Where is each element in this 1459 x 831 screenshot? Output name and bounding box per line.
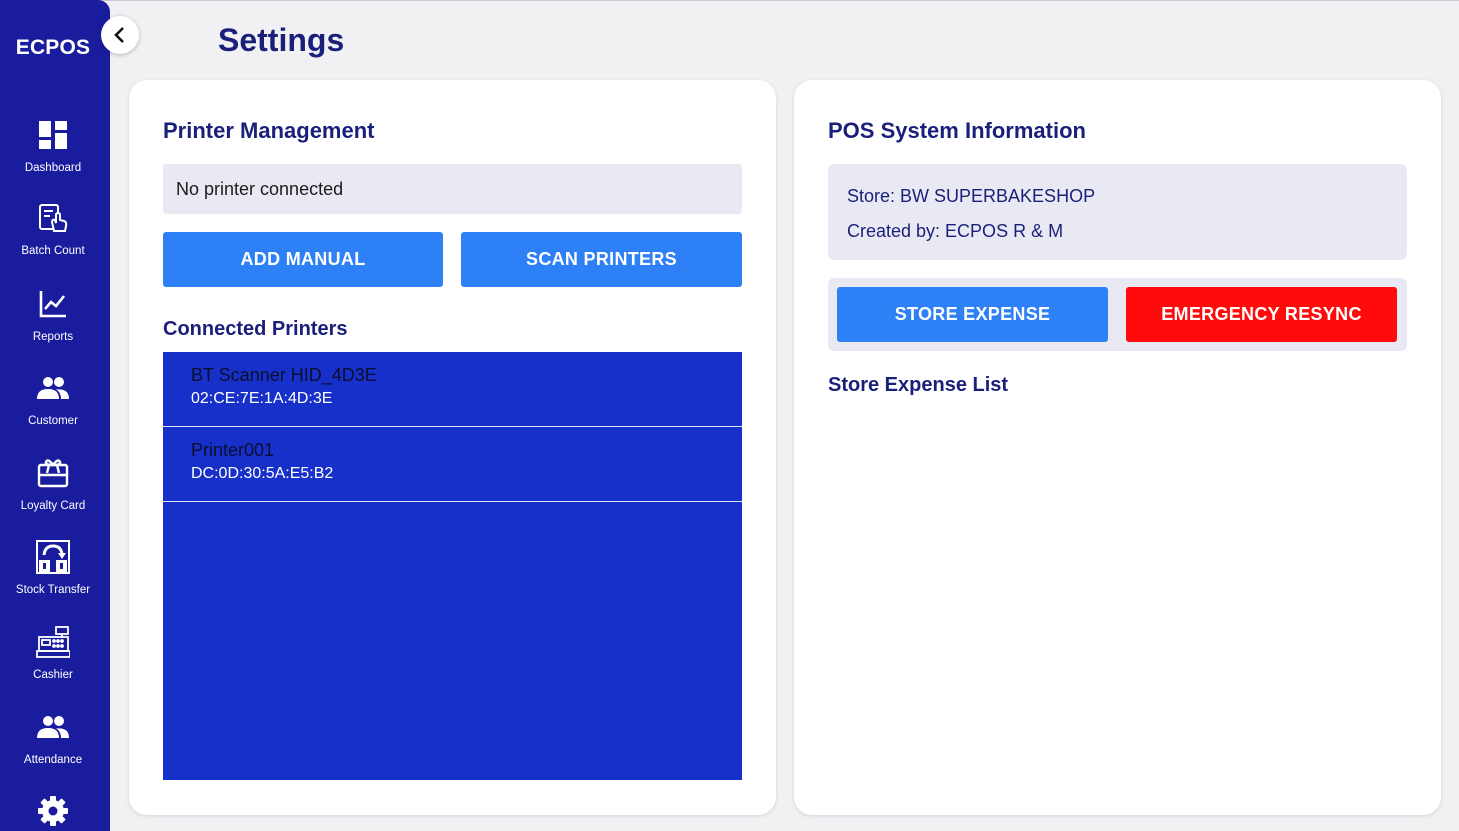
printer-management-card: Printer Management No printer connected … <box>129 80 776 815</box>
store-expense-list-title: Store Expense List <box>828 374 1009 396</box>
printer-name: Printer001 <box>191 440 275 460</box>
sidebar-item-dashboard[interactable]: Dashboard <box>0 118 106 194</box>
top-border <box>0 0 1459 1</box>
people-icon <box>37 716 69 738</box>
sidebar-item-label: Loyalty Card <box>20 500 86 512</box>
dashboard-icon <box>39 121 67 149</box>
store-expense-button[interactable]: STORE EXPENSE <box>837 287 1108 342</box>
connected-printers-title: Connected Printers <box>163 318 348 340</box>
printer-name: BT Scanner HID_4D3E <box>191 365 377 385</box>
printer-status: No printer connected <box>163 164 742 214</box>
brand-logo: ECPOS <box>15 36 91 59</box>
sidebar-item-label: Reports <box>32 331 74 343</box>
printer-management-title: Printer Management <box>163 118 375 143</box>
sidebar-item-attendance[interactable]: Attendance <box>0 710 106 786</box>
sidebar-item-label: Customer <box>28 415 78 427</box>
sidebar-item-customer[interactable]: Customer <box>0 371 106 447</box>
pos-info-card: POS System Information Store: BW SUPERBA… <box>794 80 1441 815</box>
gear-icon <box>38 796 68 826</box>
sidebar-item-label: Batch Count <box>21 245 85 257</box>
add-manual-button[interactable]: ADD MANUAL <box>163 232 443 287</box>
sidebar-item-cashier[interactable]: Cashier <box>0 625 106 701</box>
created-by: Created by: ECPOS R & M <box>847 221 1064 241</box>
page-title: Settings <box>218 22 345 58</box>
pos-info-title: POS System Information <box>828 118 1086 143</box>
batch-count-icon <box>39 204 68 232</box>
chart-line-icon <box>39 291 66 318</box>
transfer-icon <box>36 540 70 574</box>
printer-item[interactable]: Printer001 DC:0D:30:5A:E5:B2 <box>163 427 742 502</box>
sidebar-item-label: Dashboard <box>24 162 82 174</box>
chevron-left-icon <box>114 27 124 43</box>
printer-mac-address: DC:0D:30:5A:E5:B2 <box>191 465 334 482</box>
printer-list[interactable]: BT Scanner HID_4D3E 02:CE:7E:1A:4D:3E Pr… <box>163 352 742 780</box>
sidebar-item-stock-transfer[interactable]: Stock Transfer <box>0 540 106 616</box>
cash-register-icon <box>36 626 70 658</box>
printer-item[interactable]: BT Scanner HID_4D3E 02:CE:7E:1A:4D:3E <box>163 352 742 427</box>
sidebar-item-loyalty-card[interactable]: Loyalty Card <box>0 456 106 532</box>
sidebar-item-label: Stock Transfer <box>15 584 91 596</box>
people-icon <box>37 377 69 399</box>
sidebar-item-batch-count[interactable]: Batch Count <box>0 201 106 277</box>
sidebar-item-settings[interactable] <box>0 794 106 828</box>
emergency-resync-button[interactable]: EMERGENCY RESYNC <box>1126 287 1397 342</box>
sidebar-item-reports[interactable]: Reports <box>0 287 106 363</box>
sidebar-item-label: Cashier <box>33 669 73 681</box>
store-name: Store: BW SUPERBAKESHOP <box>847 186 1096 206</box>
store-info-box: Store: BW SUPERBAKESHOP Created by: ECPO… <box>828 164 1407 260</box>
scan-printers-button[interactable]: SCAN PRINTERS <box>461 232 742 287</box>
back-button[interactable] <box>101 16 139 54</box>
sidebar-item-label: Attendance <box>23 754 83 766</box>
gift-card-icon <box>37 459 69 488</box>
printer-mac-address: 02:CE:7E:1A:4D:3E <box>191 390 333 407</box>
action-bar: STORE EXPENSE EMERGENCY RESYNC <box>828 278 1407 351</box>
sidebar: ECPOS Dashboard Batch Count Reports Cust… <box>0 0 110 831</box>
